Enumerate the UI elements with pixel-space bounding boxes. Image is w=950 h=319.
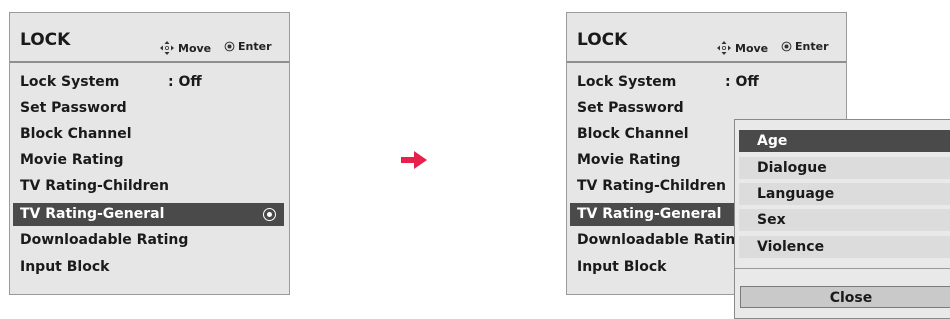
enter-button-icon [781,41,792,52]
menu-title: LOCK [577,30,628,50]
menu-item-label: TV Rating-General [20,206,165,222]
menu-item-tv-rating-general[interactable]: TV Rating-General [13,203,284,226]
menu-item-movie-rating[interactable]: Movie Rating [13,149,284,172]
submenu-item-label: Age [757,133,788,149]
menu-item-downloadable-rating[interactable]: Downloadable Rating [13,229,284,252]
enter-label: Enter [795,40,829,53]
submenu-divider [735,268,950,269]
lock-system-value: : Off [725,74,759,90]
menu-item-label: Block Channel [577,126,689,142]
menu-item-set-password[interactable]: Set Password [13,97,284,120]
close-button[interactable]: Close [740,286,950,308]
menu-item-label: Set Password [20,100,127,116]
menu-header: LOCK Move Enter [567,13,846,63]
enter-hint: Enter [781,40,829,53]
submenu-item-label: Dialogue [757,160,827,176]
submenu-item-label: Language [757,186,835,202]
menu-item-label: Input Block [577,259,667,275]
menu-item-label: Input Block [20,259,110,275]
menu-item-label: TV Rating-Children [20,178,170,194]
menu-item-input-block[interactable]: Input Block [13,256,284,279]
menu-item-block-channel[interactable]: Block Channel [13,123,284,146]
enter-button-icon [224,41,235,52]
menu-header: LOCK Move Enter [10,13,289,63]
menu-item-label: Movie Rating [577,152,681,168]
move-hint: Move [716,40,768,56]
menu-item-lock-system[interactable]: Lock System : Off [570,71,841,94]
submenu-item-age[interactable]: Age [739,130,950,152]
move-label: Move [735,41,769,55]
menu-item-label: Block Channel [20,126,132,142]
menu-item-label: Lock System [20,74,120,90]
menu-item-tv-rating-children[interactable]: TV Rating-Children [13,175,284,198]
move-arrows-icon [160,41,174,55]
move-arrows-icon [717,41,731,55]
submenu-item-violence[interactable]: Violence [739,236,950,258]
submenu-item-dialogue[interactable]: Dialogue [739,157,950,179]
menu-item-set-password[interactable]: Set Password [570,97,841,120]
enter-hint: Enter [224,40,272,53]
menu-item-label: Downloadable Rating [20,232,189,248]
menu-item-label: TV Rating-General [577,206,722,222]
tv-rating-general-submenu: Age Dialogue Language Sex Violence Close [734,119,950,319]
menu-item-label: Downloadable Rating [577,232,746,248]
menu-item-lock-system[interactable]: Lock System : Off [13,71,284,94]
menu-item-label: Movie Rating [20,152,124,168]
submenu-item-label: Violence [757,239,825,255]
submenu-item-language[interactable]: Language [739,183,950,205]
right-arrow-icon [401,151,427,169]
submenu-item-sex[interactable]: Sex [739,209,950,231]
enter-label: Enter [238,40,272,53]
menu-item-label: Lock System [577,74,677,90]
lock-menu-panel-before: LOCK Move Enter Lock System : Off Set Pa… [9,12,290,295]
move-hint: Move [159,40,211,56]
lock-system-value: : Off [168,74,202,90]
menu-item-label: Set Password [577,100,684,116]
radio-selected-icon [263,208,276,221]
submenu-item-label: Sex [757,212,786,228]
menu-title: LOCK [20,30,71,50]
menu-item-label: TV Rating-Children [577,178,727,194]
move-label: Move [178,41,212,55]
close-label: Close [829,290,873,306]
